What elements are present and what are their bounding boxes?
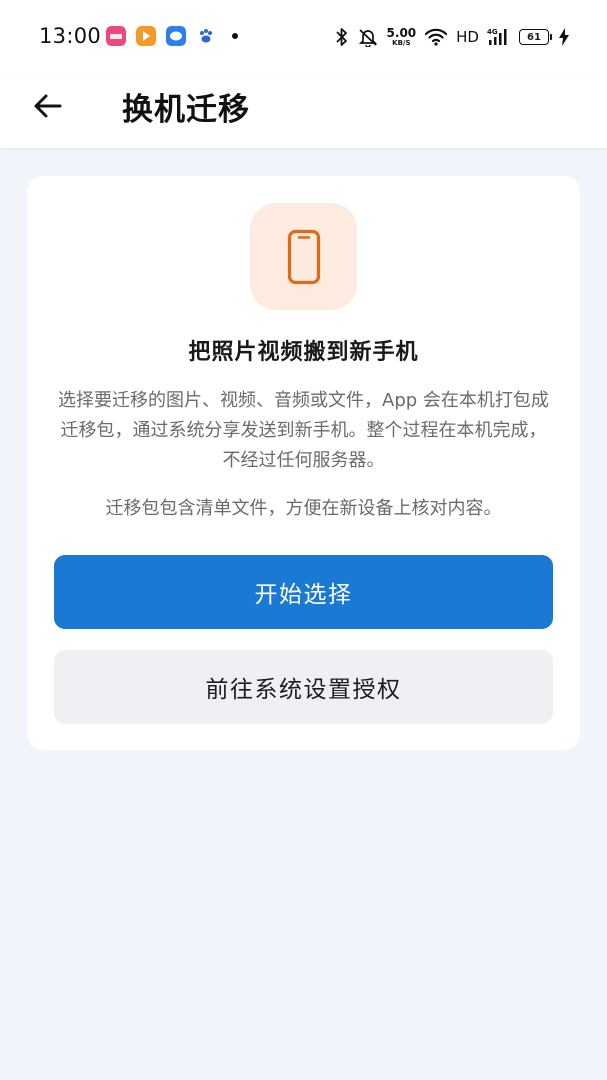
migration-card: 把照片视频搬到新手机 选择要迁移的图片、视频、音频或文件，App 会在本机打包成… [27,176,580,750]
app-notification-icon-2 [136,26,156,46]
battery-level: 61 [527,31,541,43]
app-notification-icon-1 [106,26,126,46]
bluetooth-icon [335,28,347,46]
page-title: 换机迁移 [122,92,250,128]
network-speed-value: 5.00 [386,26,417,40]
card-note: 迁移包包含清单文件，方便在新设备上核对内容。 [105,498,502,519]
smartphone-icon [287,229,320,284]
cell-type-label: 4G [487,28,498,36]
go-to-settings-button[interactable]: 前往系统设置授权 [54,650,553,724]
back-button[interactable] [28,86,68,126]
start-selection-button[interactable]: 开始选择 [54,555,553,629]
app-bar: 换机迁移 [0,74,607,148]
network-speed-unit: KB/S [392,39,411,47]
network-speed: 5.00 KB/S [387,27,417,47]
status-bar: 13:00 5.00 KB/S HD 4G 61 [0,0,607,74]
app-notification-icon-4 [196,26,216,46]
notification-icons [106,26,238,46]
card-headline: 把照片视频搬到新手机 [188,340,419,365]
battery-icon: 61 [519,29,552,45]
charging-icon [559,28,569,46]
more-notifications-dot [232,33,238,39]
hd-voice-label: HD [456,28,479,46]
mute-icon [358,29,377,47]
app-notification-icon-3 [166,26,186,46]
wifi-icon [425,28,448,46]
status-time: 13:00 [39,24,102,48]
signal-icon: 4G [487,28,507,45]
arrow-left-icon [34,94,62,118]
status-indicators: 5.00 KB/S HD 4G 61 [335,24,569,50]
hero-icon-container [250,203,357,310]
card-description: 选择要迁移的图片、视频、音频或文件，App 会在本机打包成迁移包，通过系统分享发… [58,390,549,471]
